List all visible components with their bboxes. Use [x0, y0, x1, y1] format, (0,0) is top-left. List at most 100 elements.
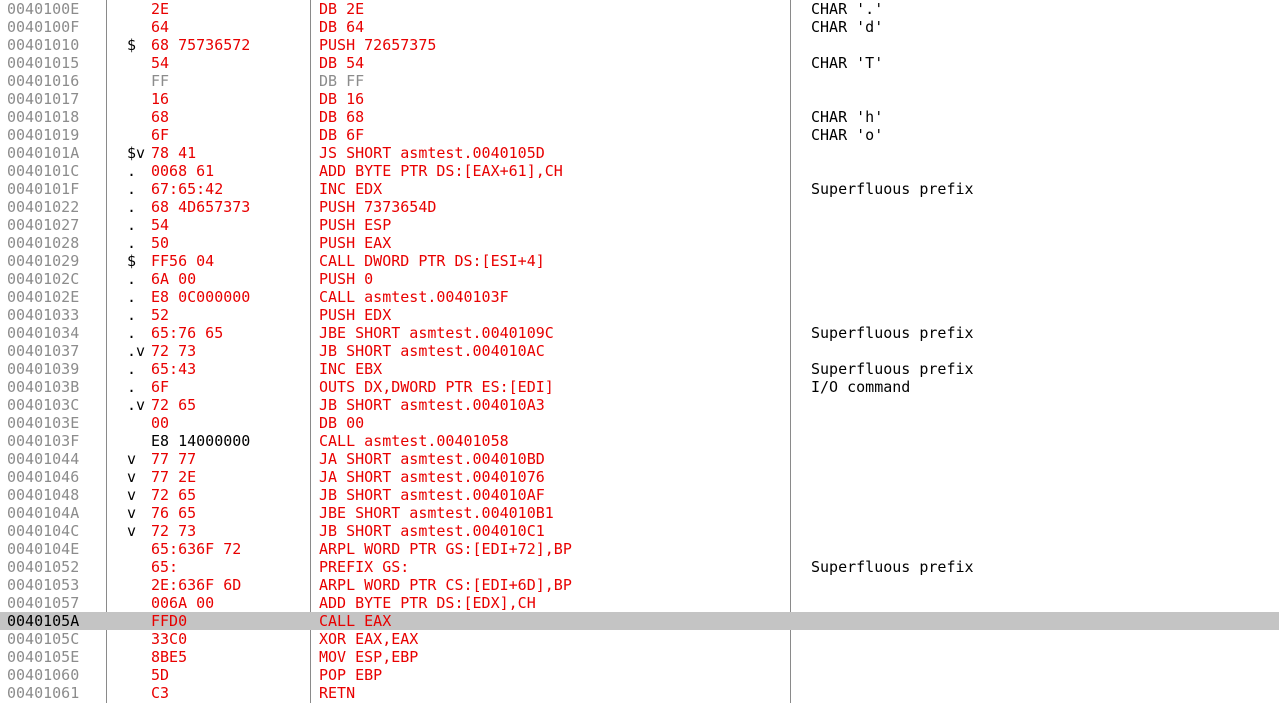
instruction-row[interactable]: 0040101C. 0068 61 ADD BYTE PTR DS:[EAX+61]…	[0, 162, 1279, 180]
instruction-row[interactable]: 00401028. 50 PUSH EAX	[0, 234, 1279, 252]
hex-dump-cell: 54	[151, 54, 170, 72]
disassembly-pane[interactable]: 0040100E 2E DB 2E CHAR '.' 0040100F 64 DB 64 CH…	[0, 0, 1279, 703]
instruction-row[interactable]: 00401048 v 72 65 JB SHORT asmtest.004010AF	[0, 486, 1279, 504]
hex-dump-cell: C3	[151, 684, 170, 702]
instruction-row[interactable]: 00401034. 65:76 65 JBE SHORT asmtest.00401…	[0, 324, 1279, 342]
address-cell: 00401010	[7, 36, 80, 54]
instruction-row[interactable]: 00401016 FF DB FF	[0, 72, 1279, 90]
hex-dump-cell: 64	[151, 18, 170, 36]
address-cell: 00401028	[7, 234, 80, 252]
comment-cell	[811, 198, 1271, 216]
address-cell: 00401060	[7, 666, 80, 684]
jump-marker	[127, 594, 149, 612]
instruction-row[interactable]: 0040100E 2E DB 2E CHAR '.'	[0, 0, 1279, 18]
instruction-row[interactable]: 00401033. 52 PUSH EDX	[0, 306, 1279, 324]
instruction-row[interactable]: 0040104E 65:636F 72 ARPL WORD PTR GS:[EDI+…	[0, 540, 1279, 558]
instruction-row[interactable]: 0040105E 8BE5 MOV ESP,EBP	[0, 648, 1279, 666]
instruction-row[interactable]: 00401010 $68 75736572 PUSH 72657375	[0, 36, 1279, 54]
instruction-row[interactable]: 0040102C. 6A 00 PUSH 0	[0, 270, 1279, 288]
address-cell: 00401022	[7, 198, 80, 216]
comment-cell	[811, 612, 1271, 630]
instruction-row[interactable]: 00401015 54 DB 54 CHAR 'T'	[0, 54, 1279, 72]
instruction-row[interactable]: 0040104A v 76 65 JBE SHORT asmtest.004010B1	[0, 504, 1279, 522]
jump-marker	[127, 72, 149, 90]
comment-cell	[811, 540, 1271, 558]
instruction-row[interactable]: 00401029 $ FF56 04 CALL DWORD PTR DS:[ESI+4…	[0, 252, 1279, 270]
hex-dump-cell: 5D	[151, 666, 170, 684]
instruction-row[interactable]: 0040103F E8 14000000 CALL asmtest.00401058	[0, 432, 1279, 450]
instruction-row[interactable]: 0040103E 00 DB 00	[0, 414, 1279, 432]
instruction-row[interactable]: 00401018 68 DB 68 CHAR 'h'	[0, 108, 1279, 126]
instruction-row[interactable]: 0040102E. E8 0C000000 CALL asmtest.0040103…	[0, 288, 1279, 306]
address-cell: 00401027	[7, 216, 80, 234]
comment-cell	[811, 216, 1271, 234]
instruction-row[interactable]: 00401044 v 77 77 JA SHORT asmtest.004010BD	[0, 450, 1279, 468]
address-cell: 0040101C	[7, 162, 80, 180]
address-cell: 0040102E	[7, 288, 80, 306]
disassembly-cell: INC EBX	[319, 360, 383, 378]
jump-marker	[127, 576, 149, 594]
disassembly-cell: DB 6F	[319, 126, 365, 144]
address-cell: 0040100E	[7, 0, 80, 18]
jump-marker: .	[127, 378, 137, 396]
address-cell: 00401048	[7, 486, 80, 504]
instruction-row[interactable]: 00401019 6F DB 6F CHAR 'o'	[0, 126, 1279, 144]
instruction-row[interactable]: 00401057 006A 00 ADD BYTE PTR DS:[EDX],CH	[0, 594, 1279, 612]
comment-cell: CHAR 'o'	[811, 126, 884, 144]
instruction-row[interactable]: 00401017 16 DB 16	[0, 90, 1279, 108]
address-cell: 00401016	[7, 72, 80, 90]
disassembly-cell: OUTS DX,DWORD PTR ES:[EDI]	[319, 378, 554, 396]
disassembly-cell: CALL DWORD PTR DS:[ESI+4]	[319, 252, 545, 270]
comment-cell	[811, 414, 1271, 432]
instruction-row[interactable]: 00401022. 68 4D657373 PUSH 7373654D	[0, 198, 1279, 216]
hex-dump-cell: 52	[151, 306, 170, 324]
jump-marker: .	[127, 270, 137, 288]
instruction-row[interactable]: 0040104C v 72 73 JB SHORT asmtest.004010C1	[0, 522, 1279, 540]
hex-dump-cell: 72 73	[151, 522, 197, 540]
hex-dump-cell: 65:	[151, 558, 179, 576]
comment-cell	[811, 684, 1271, 702]
comment-cell	[811, 468, 1271, 486]
instruction-row[interactable]: 0040100F 64 DB 64 CHAR 'd'	[0, 18, 1279, 36]
disassembly-cell: PUSH 0	[319, 270, 374, 288]
instruction-row[interactable]: 00401046 v 77 2E JA SHORT asmtest.00401076	[0, 468, 1279, 486]
address-cell: 0040103C	[7, 396, 80, 414]
instruction-row[interactable]: 00401053 2E:636F 6D ARPL WORD PTR CS:[EDI+…	[0, 576, 1279, 594]
instruction-row[interactable]: 00401052 65: PREFIX GS: Superfluous prefix	[0, 558, 1279, 576]
instruction-row[interactable]: 00401027. 54 PUSH ESP	[0, 216, 1279, 234]
hex-dump-cell: 67:65:42	[151, 180, 224, 198]
hex-dump-cell: 77 77	[151, 450, 197, 468]
instruction-row[interactable]: 00401039. 65:43 INC EBX Superfluous prefix	[0, 360, 1279, 378]
address-cell: 00401044	[7, 450, 80, 468]
instruction-row[interactable]: 0040101A $v 78 41 JS SHORT asmtest.0040105D	[0, 144, 1279, 162]
address-cell: 0040105E	[7, 648, 80, 666]
instruction-row[interactable]: 00401061 C3 RETN	[0, 684, 1279, 702]
jump-marker: .	[127, 234, 137, 252]
hex-dump-cell: 65:636F 72	[151, 540, 242, 558]
disassembly-cell: DB 54	[319, 54, 365, 72]
jump-marker: v	[127, 468, 137, 486]
jump-marker: .	[127, 360, 137, 378]
comment-cell	[811, 72, 1271, 90]
address-cell: 00401061	[7, 684, 80, 702]
jump-marker: .	[127, 198, 137, 216]
instruction-row[interactable]: 00401060 5D POP EBP	[0, 666, 1279, 684]
jump-marker	[127, 666, 149, 684]
comment-cell: CHAR 'd'	[811, 18, 884, 36]
disassembly-cell: POP EBP	[319, 666, 383, 684]
disassembly-cell: CALL EAX	[319, 612, 392, 630]
instruction-row[interactable]: 00401037 .v 72 73 JB SHORT asmtest.004010AC	[0, 342, 1279, 360]
disassembly-cell: DB FF	[319, 72, 365, 90]
instruction-row[interactable]: 0040103B. 6F OUTS DX,DWORD PTR ES:[EDI] I/O…	[0, 378, 1279, 396]
comment-cell: CHAR 'h'	[811, 108, 884, 126]
instruction-row[interactable]: 0040103C .v 72 65 JB SHORT asmtest.004010A3	[0, 396, 1279, 414]
instruction-row[interactable]: 0040105C 33C0 XOR EAX,EAX	[0, 630, 1279, 648]
disassembly-cell: ARPL WORD PTR CS:[EDI+6D],BP	[319, 576, 572, 594]
instruction-row[interactable]: 0040101F. 67:65:42 INC EDX Superfluous pref…	[0, 180, 1279, 198]
hex-dump-cell: E8 14000000	[151, 432, 251, 450]
jump-marker: .	[127, 216, 137, 234]
hex-dump-cell: 33C0	[151, 630, 188, 648]
selected-instruction-row[interactable]: 0040105A FFD0 CALL EAX	[0, 612, 1279, 630]
jump-marker	[127, 558, 149, 576]
jump-marker	[127, 414, 149, 432]
